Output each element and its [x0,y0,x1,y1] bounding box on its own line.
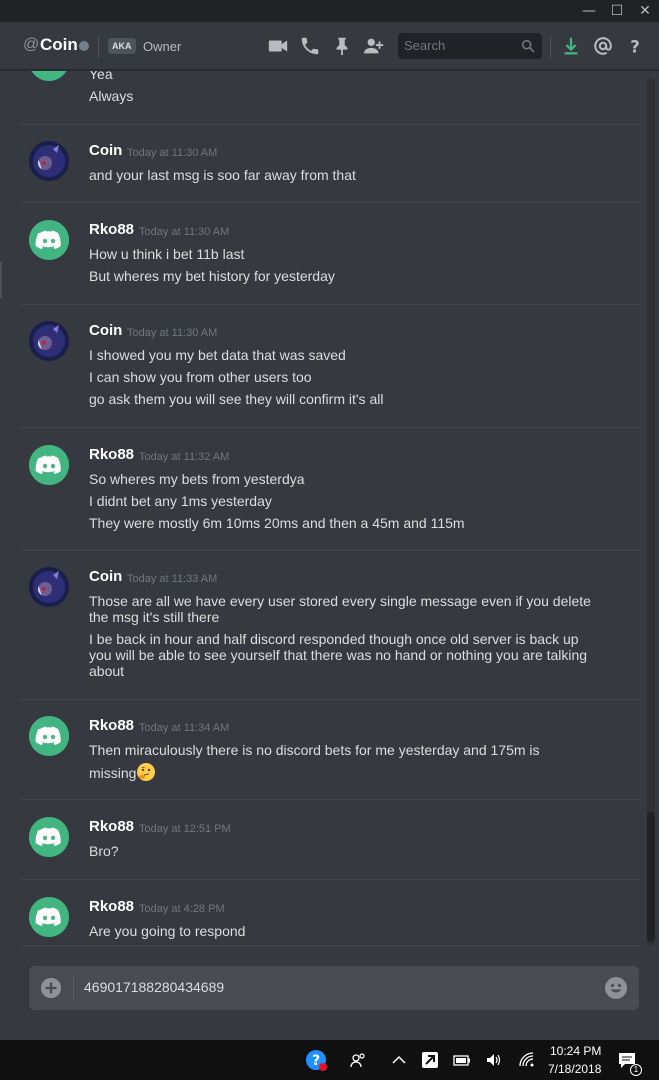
message-divider [20,124,640,125]
avatar[interactable] [29,567,69,607]
notification-badge: 1 [630,1064,642,1076]
header-divider [98,36,99,58]
message-line: you will be able to see yourself that th… [89,647,588,663]
avatar[interactable] [29,220,69,260]
message-line: Then miraculously there is no discord be… [89,742,540,758]
message-line: I didnt bet any 1ms yesterday [89,493,272,509]
taskbar-date[interactable]: 7/18/2018 [548,1062,601,1076]
avatar[interactable] [29,71,69,81]
message-line: But wheres my bet history for yesterday [89,268,335,284]
chevron-up-icon[interactable] [389,1050,409,1070]
message-line: and your last msg is soo far away from t… [89,167,356,183]
search-placeholder: Search [404,38,446,53]
voice-call-icon[interactable] [299,35,321,57]
message-author[interactable]: Rko88 [89,898,134,915]
video-call-icon[interactable] [267,35,289,57]
message-line: Are you going to respond [89,923,246,939]
message-line: about [89,663,125,679]
message-divider [20,550,640,551]
avatar[interactable] [29,321,69,361]
message-divider [20,799,640,800]
avatar[interactable] [29,141,69,181]
message-divider [20,427,640,428]
close-button[interactable]: ✕ [632,0,658,22]
message-list[interactable]: Yea Always Coin Today at 11:30 AM and yo… [0,71,659,951]
message-author[interactable]: Rko88 [89,446,134,463]
message-line: the msg it's still there [89,609,220,625]
message-line: I can show you from other users too [89,369,312,385]
message-author[interactable]: Coin [89,142,122,159]
message-author[interactable]: Rko88 [89,221,134,238]
message-timestamp: Today at 11:30 AM [127,147,218,159]
message-line: They were mostly 6m 10ms 20ms and then a… [89,515,465,531]
input-divider [73,976,74,1000]
message-line: How u think i bet 11b last [89,246,245,262]
message-line: go ask them you will see they will confi… [89,391,384,407]
message-divider [20,699,640,700]
channel-header: @ Coin AKA Owner Search ? [0,22,659,70]
search-icon [521,39,535,53]
message-line: So wheres my bets from yesterdya [89,471,305,487]
windows-taskbar: ? 10:24 PM 7/18/2018 1 [0,1040,659,1080]
message-divider [20,879,640,880]
message-timestamp: Today at 12:51 PM [139,823,231,835]
window-titlebar: — ☐ ✕ [0,0,659,22]
message-divider [20,202,640,203]
status-indicator [79,41,89,51]
message-timestamp: Today at 11:33 AM [127,573,218,585]
people-icon[interactable] [348,1050,368,1070]
volume-icon[interactable] [484,1050,504,1070]
help-icon[interactable]: ? [624,35,646,57]
message-timestamp: Today at 11:32 AM [139,451,230,463]
channel-name[interactable]: Coin [40,35,78,55]
battery-icon[interactable] [452,1050,472,1070]
download-icon[interactable] [560,35,582,57]
search-input[interactable]: Search [398,33,542,59]
message-line-with-emoji: missing [89,762,629,782]
scrollbar-thumb[interactable] [647,812,655,942]
avatar[interactable] [29,445,69,485]
message-author[interactable]: Rko88 [89,818,134,835]
message-author[interactable]: Coin [89,322,122,339]
app-tray-icon[interactable] [420,1050,440,1070]
message-divider [20,945,640,946]
nickname: Owner [143,39,182,54]
wifi-icon[interactable] [517,1050,537,1070]
aka-badge: AKA [108,38,136,54]
avatar[interactable] [29,897,69,937]
taskbar-time[interactable]: 10:24 PM [550,1044,601,1058]
header-divider [550,36,551,58]
avatar[interactable] [29,716,69,756]
mentions-icon[interactable] [592,35,614,57]
pin-icon[interactable] [331,35,353,57]
message-line: I showed you my bet data that was saved [89,347,346,363]
message-line: missing [89,765,137,781]
minimize-button[interactable]: — [576,0,602,22]
svg-text:?: ? [630,37,640,56]
help-app-icon[interactable]: ? [305,1049,327,1071]
message-line: Always [89,88,134,104]
message-author[interactable]: Rko88 [89,717,134,734]
message-author[interactable]: Coin [89,568,122,585]
at-symbol: @ [23,36,40,53]
message-timestamp: Today at 11:30 AM [127,327,218,339]
add-friend-icon[interactable] [363,35,385,57]
message-timestamp: Today at 11:34 AM [139,722,230,734]
resize-handle[interactable] [0,262,2,298]
message-line: I be back in hour and half discord respo… [89,631,579,647]
message-line: Those are all we have every user stored … [89,593,591,609]
message-line: Yea [89,71,113,82]
avatar[interactable] [29,817,69,857]
message-timestamp: Today at 4:28 PM [139,903,225,915]
message-line: Bro? [89,843,119,859]
message-timestamp: Today at 11:30 AM [139,226,230,238]
emoji-picker-icon[interactable] [604,976,628,1000]
thinking-face-icon [137,763,156,781]
svg-text:?: ? [312,1053,320,1069]
maximize-button[interactable]: ☐ [604,0,630,22]
message-divider [20,304,640,305]
message-input[interactable]: 469017188280434689 [29,966,639,1010]
upload-plus-icon[interactable] [40,977,62,999]
message-input-value[interactable]: 469017188280434689 [84,979,224,995]
